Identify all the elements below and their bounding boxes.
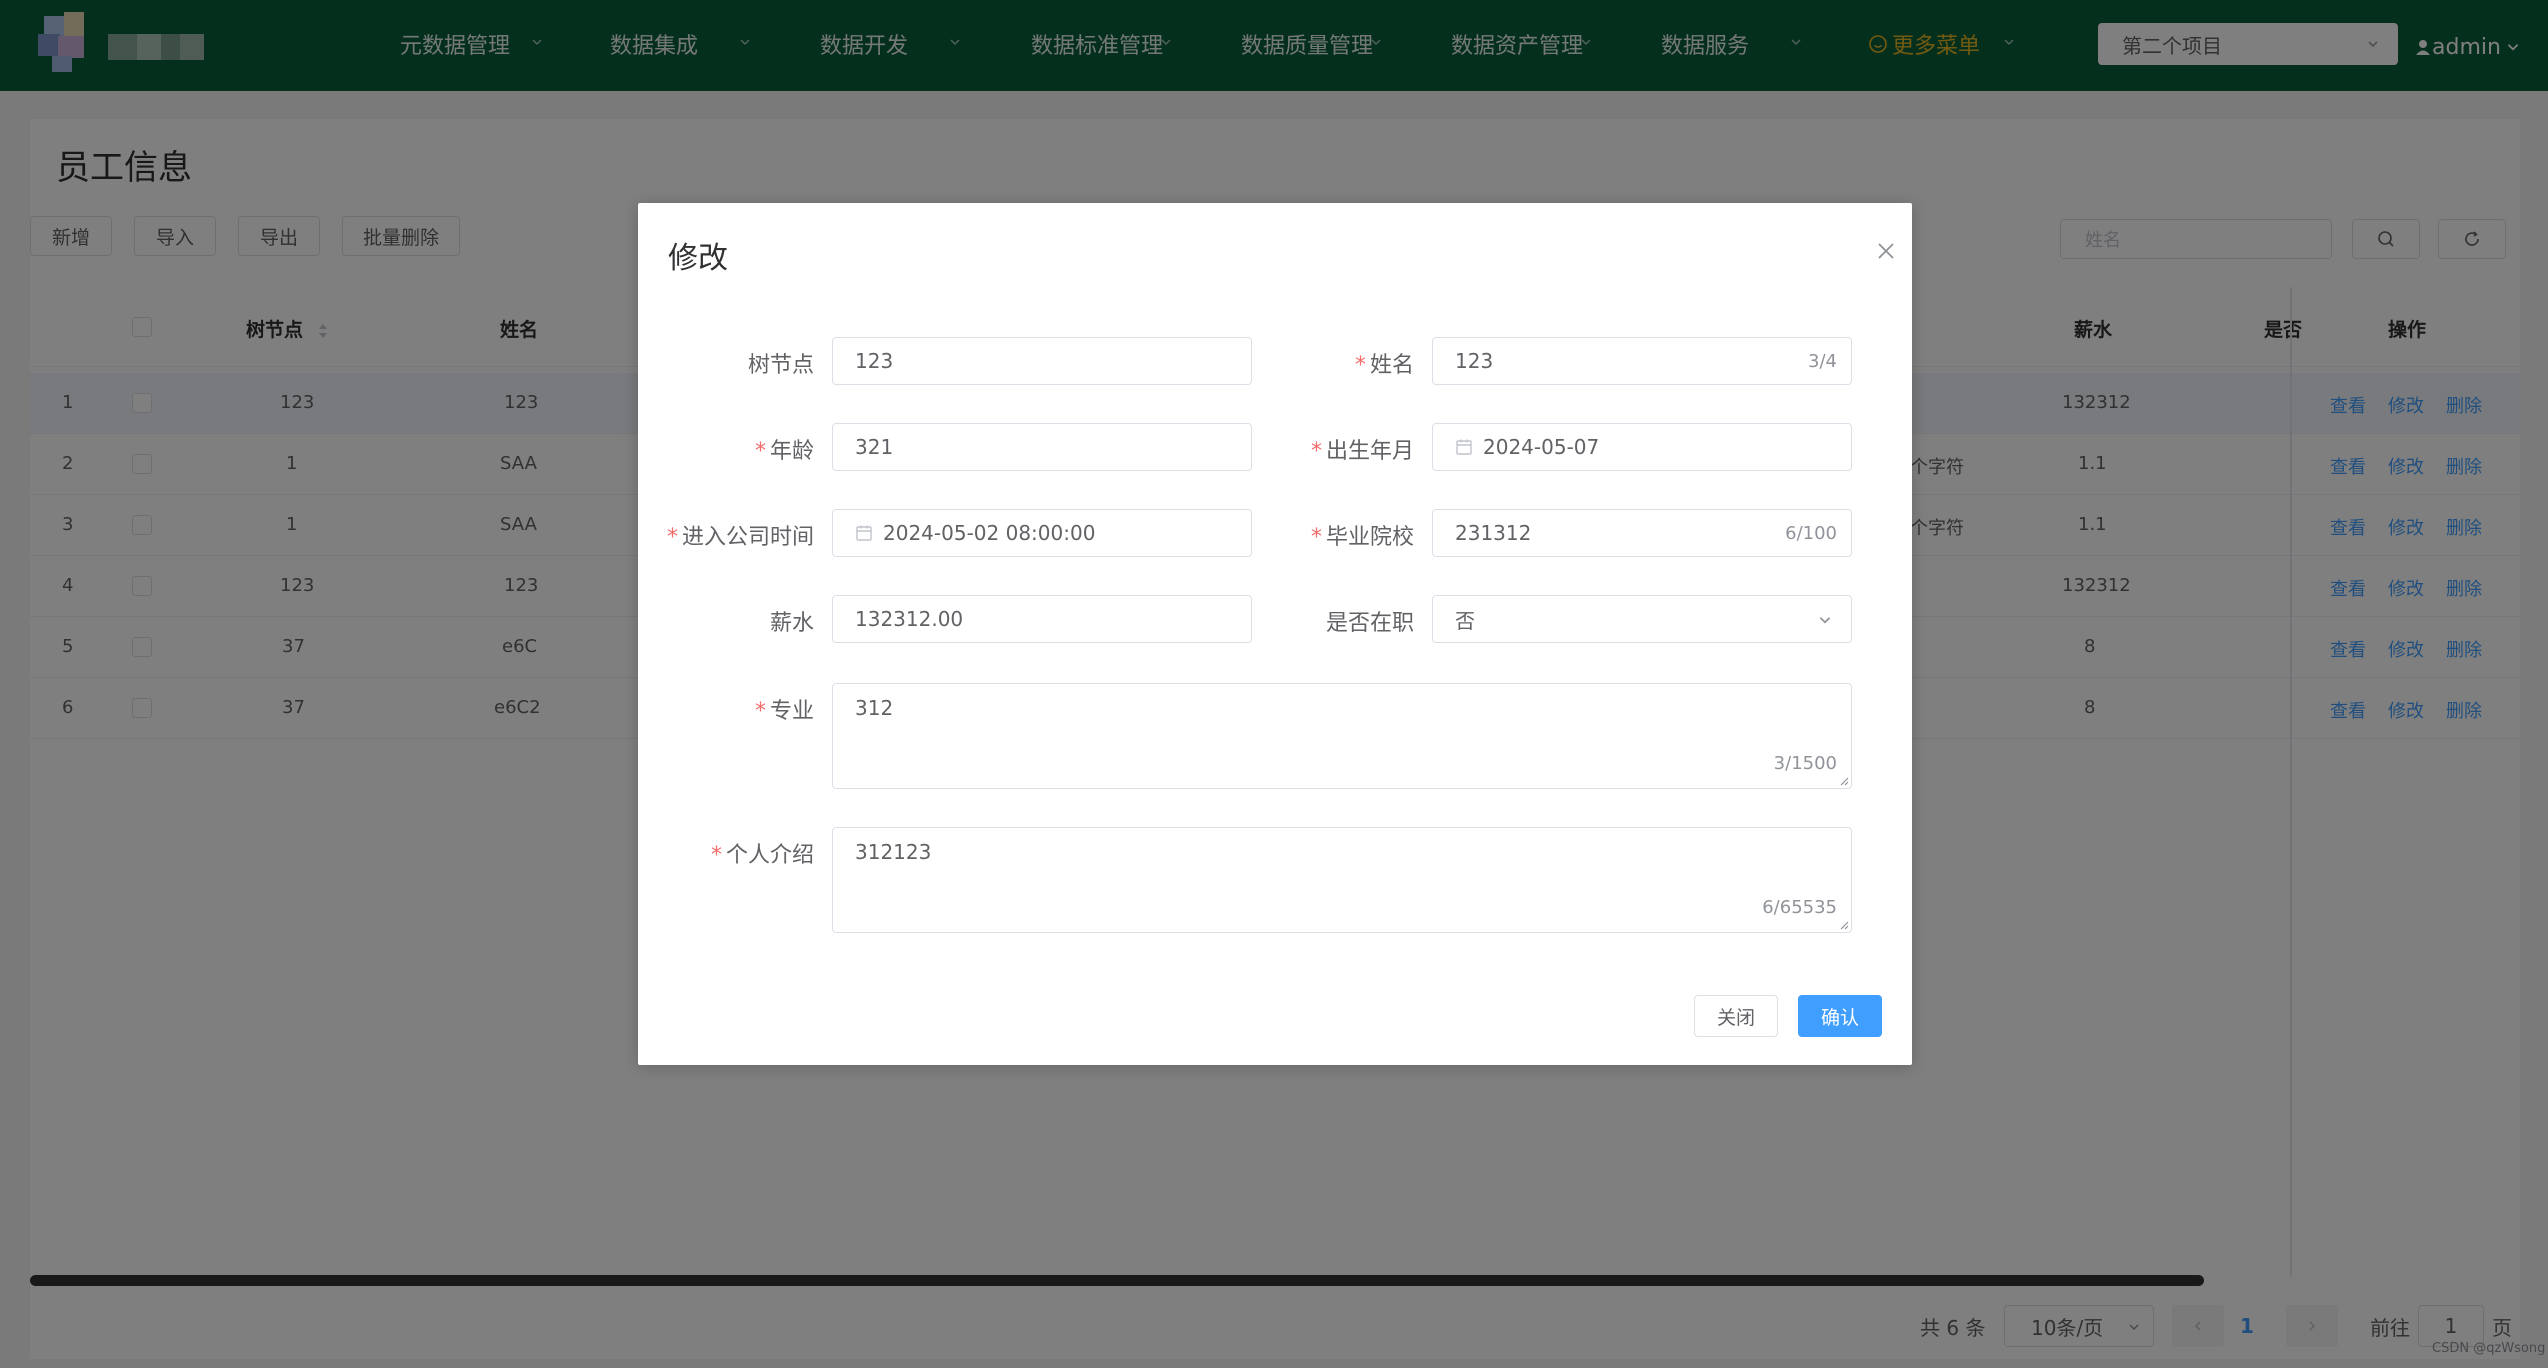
- tree-node-input[interactable]: 123: [832, 337, 1252, 385]
- school-char-count: 6/100: [1785, 523, 1837, 544]
- salary-input[interactable]: 132312.00: [832, 595, 1252, 643]
- employed-label: 是否在职: [1325, 611, 1414, 636]
- birth-date-picker[interactable]: 2024-05-07: [1432, 423, 1852, 471]
- calendar-icon: [856, 525, 872, 541]
- major-char-count: 3/1500: [1773, 753, 1837, 774]
- close-icon[interactable]: [1876, 241, 1896, 261]
- intro-textarea[interactable]: 312123 6/65535: [832, 827, 1852, 933]
- join-time-picker[interactable]: 2024-05-02 08:00:00: [832, 509, 1252, 557]
- employed-select[interactable]: 否: [1432, 595, 1852, 643]
- major-textarea[interactable]: 312 3/1500: [832, 683, 1852, 789]
- age-input[interactable]: 321: [832, 423, 1252, 471]
- join-time-label: * 进入公司时间: [666, 525, 814, 550]
- chevron-down-icon: [1819, 617, 1831, 624]
- resize-handle-icon[interactable]: [1837, 774, 1849, 786]
- school-label: * 毕业院校: [1310, 525, 1414, 550]
- edit-dialog: 修改 树节点 123 * 姓名 123 3/4 * 年龄 321 * 出生年月 2024…: [638, 203, 1912, 1065]
- salary-label: 薪水: [769, 611, 814, 636]
- resize-handle-icon[interactable]: [1837, 918, 1849, 930]
- calendar-icon: [1456, 439, 1472, 455]
- intro-char-count: 6/65535: [1762, 897, 1837, 918]
- name-label: * 姓名: [1354, 353, 1414, 378]
- school-input[interactable]: 231312 6/100: [1432, 509, 1852, 557]
- name-input[interactable]: 123 3/4: [1432, 337, 1852, 385]
- age-label: * 年龄: [754, 439, 814, 464]
- close-button[interactable]: 关闭: [1694, 995, 1778, 1037]
- confirm-button[interactable]: 确认: [1798, 995, 1882, 1037]
- intro-label: * 个人介绍: [710, 843, 814, 868]
- name-char-count: 3/4: [1808, 351, 1837, 372]
- birth-label: * 出生年月: [1310, 439, 1414, 464]
- tree-node-label: 树节点: [747, 353, 814, 378]
- dialog-title: 修改: [668, 241, 728, 276]
- major-label: * 专业: [754, 699, 814, 724]
